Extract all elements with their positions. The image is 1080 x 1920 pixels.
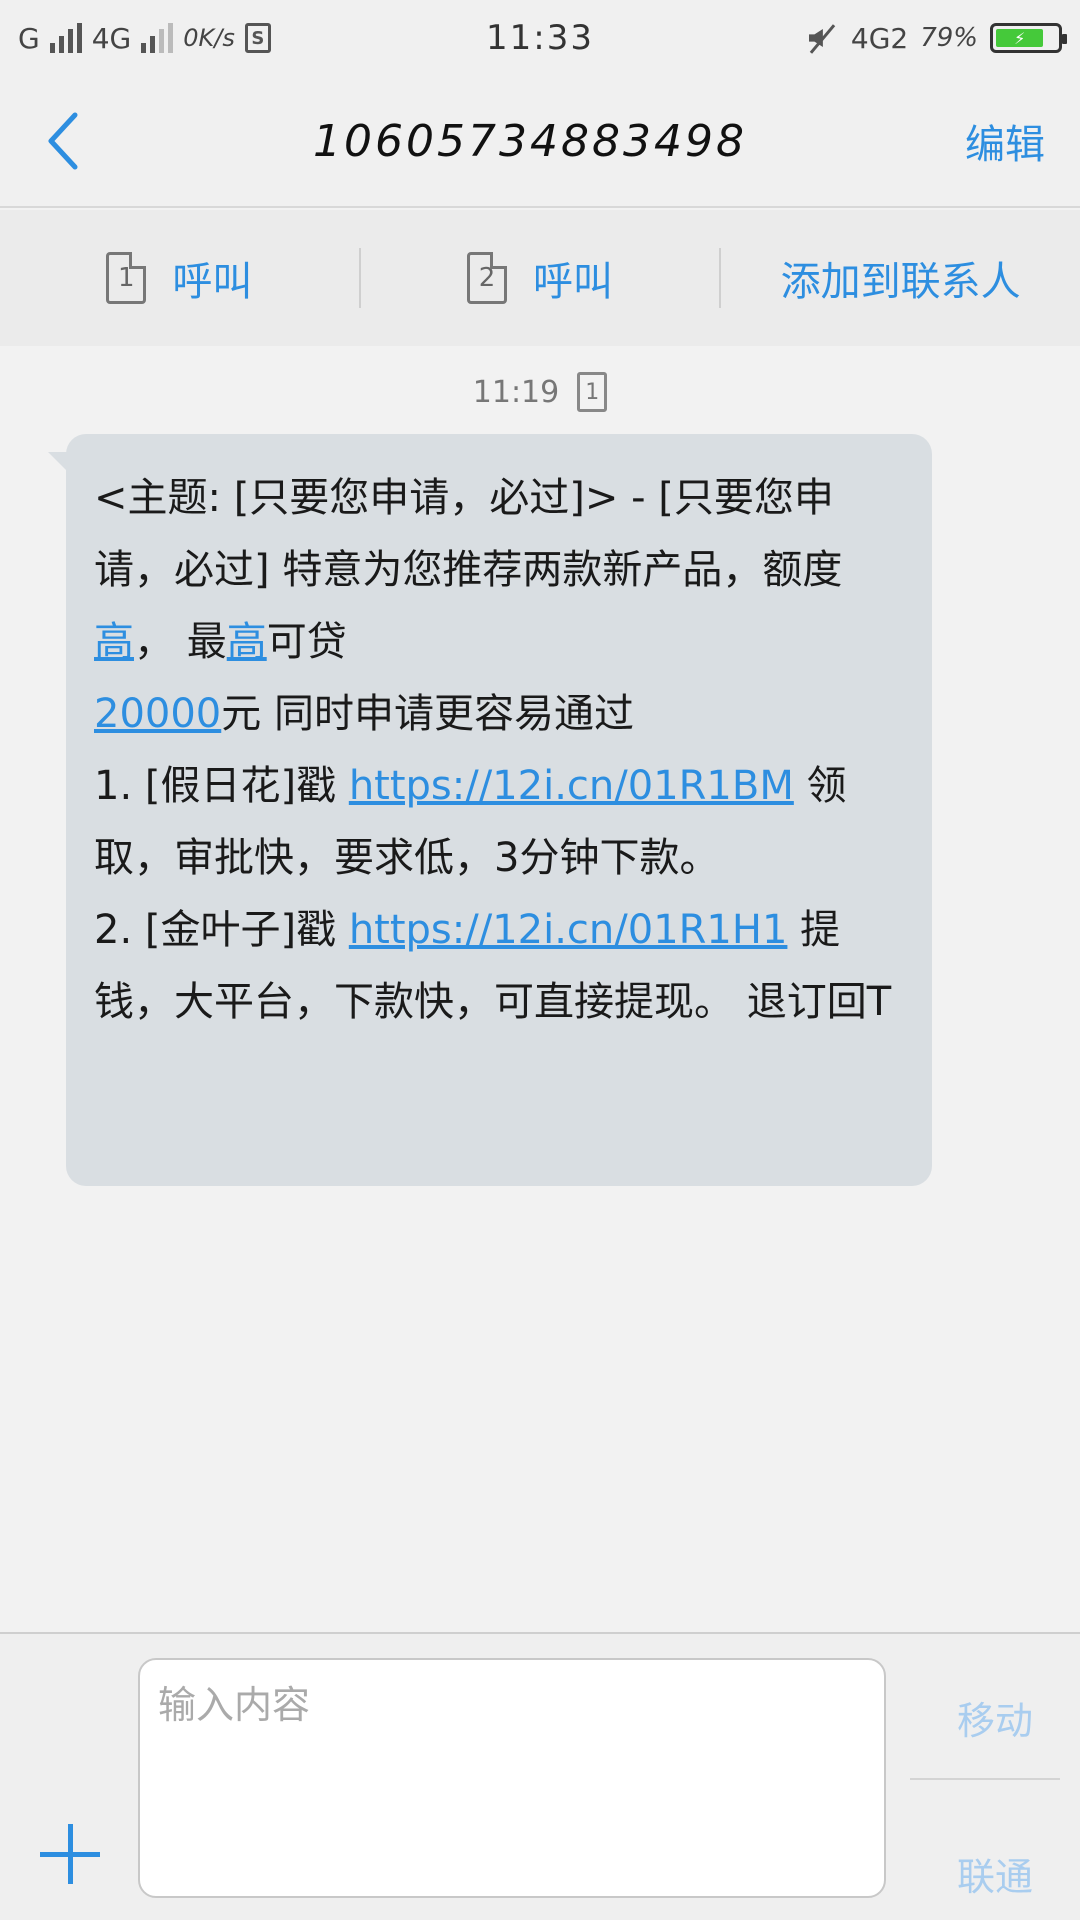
sim-card-icon: 1 — [577, 372, 608, 412]
add-to-contacts-button[interactable]: 添加到联系人 — [719, 248, 1080, 308]
mute-icon — [805, 23, 839, 53]
message-text: ， 最 — [134, 619, 227, 665]
send-divider — [910, 1778, 1060, 1780]
call-sim2-button[interactable]: 2 呼叫 — [358, 248, 720, 308]
url-link[interactable]: https://12i.cn/01R1BM — [349, 763, 794, 809]
chevron-left-icon — [48, 112, 78, 170]
message-text: <主题: [只要您申请，必过]> - [只要您申请，必过] 特意为您推荐两款新产… — [94, 475, 843, 593]
call-sim2-label: 呼叫 — [533, 259, 613, 305]
status-time: 11:33 — [486, 18, 594, 58]
sim-card-icon: 1 — [106, 252, 147, 304]
message-text: 2. [金叶子]戳 — [94, 907, 349, 953]
carrier1-label: G — [18, 21, 40, 55]
battery-percent: 79% — [920, 23, 978, 53]
message-body: <主题: [只要您申请，必过]> - [只要您申请，必过] 特意为您推荐两款新产… — [94, 462, 902, 750]
send-via-sim2-button[interactable]: 联通 — [910, 1846, 1080, 1901]
back-button[interactable] — [0, 75, 130, 207]
sms-conversation-screen: G 4G 0K/s S 11:33 4G2 79% ⚡ 106057348834… — [0, 0, 1080, 1920]
status-bar: G 4G 0K/s S 11:33 4G2 79% ⚡ — [0, 0, 1080, 76]
edit-button[interactable]: 编辑 — [930, 112, 1080, 170]
message-item-1: 1. [假日花]戳 https://12i.cn/01R1BM 领取，审批快，要… — [94, 750, 902, 894]
send-via-sim1-button[interactable]: 移动 — [910, 1690, 1080, 1745]
highlight-link[interactable]: 高 — [227, 619, 267, 665]
carrier2-label: 4G — [91, 21, 132, 55]
sim-status-icon: S — [244, 23, 271, 53]
signal2-icon — [141, 23, 174, 53]
message-bubble[interactable]: <主题: [只要您申请，必过]> - [只要您申请，必过] 特意为您推荐两款新产… — [66, 434, 932, 1186]
add-attachment-button[interactable] — [40, 1824, 100, 1884]
message-timestamp: 11:19 1 — [0, 368, 1080, 416]
battery-icon: ⚡ — [990, 23, 1067, 53]
message-text: 元 同时申请更容易通过 — [221, 691, 634, 737]
message-item-2: 2. [金叶子]戳 https://12i.cn/01R1H1 提钱，大平台，下… — [94, 894, 902, 1038]
signal1-icon — [49, 23, 82, 53]
status-left: G 4G 0K/s S — [18, 22, 418, 55]
amount-link[interactable]: 20000 — [94, 691, 221, 737]
call-sim1-label: 呼叫 — [172, 259, 253, 305]
call-sim1-button[interactable]: 1 呼叫 — [0, 210, 359, 346]
conversation-header: 10605734883498 编辑 — [0, 76, 1080, 208]
add-to-contacts-label: 添加到联系人 — [780, 259, 1021, 305]
composer: 移动 联通 — [0, 1632, 1080, 1920]
message-time: 11:19 — [472, 374, 560, 410]
status-right: 4G2 79% ⚡ — [662, 21, 1067, 55]
sim-card-icon: 2 — [467, 252, 507, 304]
message-input[interactable] — [138, 1658, 886, 1898]
message-text: 可贷 — [266, 619, 347, 665]
network2-label: 4G2 — [850, 21, 909, 55]
message-text: 1. [假日花]戳 — [94, 763, 349, 809]
network-speed: 0K/s — [183, 24, 235, 52]
url-link[interactable]: https://12i.cn/01R1H1 — [349, 907, 788, 953]
contact-number-title: 10605734883498 — [313, 115, 747, 167]
action-bar: 1 呼叫 2 呼叫 添加到联系人 — [0, 210, 1080, 346]
highlight-link[interactable]: 高 — [94, 619, 134, 665]
